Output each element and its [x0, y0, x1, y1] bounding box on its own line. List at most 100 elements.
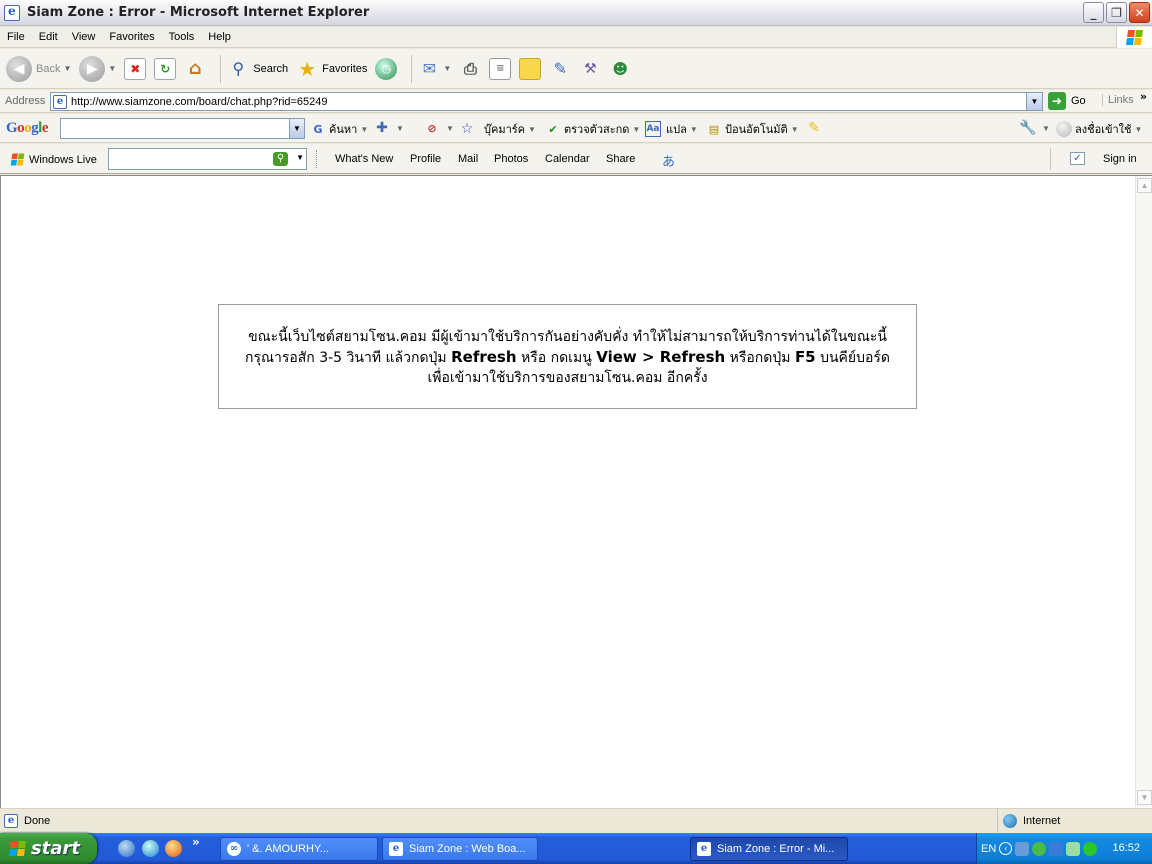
- taskbar-task[interactable]: ∞ ' &. AMOURHY...: [220, 837, 378, 861]
- search-button[interactable]: ⚲ Search: [227, 58, 288, 80]
- taskbar-task-active[interactable]: e Siam Zone : Error - Mi...: [690, 837, 848, 861]
- live-search-icon[interactable]: ⚲: [273, 152, 288, 166]
- translate-dropdown-icon[interactable]: ▼: [690, 125, 698, 134]
- vertical-scrollbar[interactable]: ▲ ▼: [1135, 176, 1152, 807]
- chevron-right-icon[interactable]: »: [1140, 90, 1147, 103]
- search-icon: ⚲: [232, 59, 245, 78]
- autofill-button[interactable]: ▤ ป้อนอัตโนมัติ ▼: [706, 120, 799, 138]
- menu-favorites[interactable]: Favorites: [102, 31, 161, 43]
- forward-dropdown-icon[interactable]: ▼: [108, 64, 116, 73]
- popup-dropdown-icon[interactable]: ▼: [446, 124, 454, 133]
- back-button[interactable]: ◀ Back ▼: [6, 55, 71, 82]
- checkbox-icon[interactable]: ✓: [1070, 152, 1085, 165]
- minimize-button[interactable]: _: [1083, 2, 1104, 23]
- forward-button[interactable]: ▶ ▼: [79, 55, 116, 82]
- google-dropdown-icon[interactable]: ▼: [289, 119, 304, 138]
- quicklaunch-chevron-icon[interactable]: »: [192, 835, 200, 849]
- quicklaunch-firefox-icon[interactable]: [165, 840, 182, 857]
- highlight-button[interactable]: ✎: [806, 120, 825, 136]
- network2-icon[interactable]: [1049, 841, 1064, 856]
- scroll-up-icon[interactable]: ▲: [1137, 178, 1152, 193]
- bookmarks-dropdown-icon[interactable]: ▼: [528, 125, 536, 134]
- live-search-input[interactable]: ⚲ ▼: [108, 148, 307, 170]
- scroll-down-icon[interactable]: ▼: [1137, 790, 1152, 805]
- windows-live-button[interactable]: Windows Live: [10, 152, 97, 167]
- edit-button[interactable]: ≡: [489, 57, 512, 80]
- autofill-dropdown-icon[interactable]: ▼: [791, 125, 799, 134]
- live-link-mail[interactable]: Mail: [458, 153, 478, 165]
- google-search-input[interactable]: ▼: [60, 118, 305, 139]
- stop-button[interactable]: ✖: [124, 57, 147, 80]
- menu-view[interactable]: View: [65, 31, 103, 43]
- window-title: Siam Zone : Error - Microsoft Internet E…: [27, 5, 370, 20]
- start-button[interactable]: start: [0, 833, 97, 864]
- autofill-icon: ▤: [708, 122, 720, 136]
- task-label: Siam Zone : Web Boa...: [409, 843, 526, 855]
- spellcheck-button[interactable]: ✔ ตรวจตัวสะกด ▼: [545, 120, 640, 138]
- google-search-dropdown-icon[interactable]: ▼: [360, 125, 368, 134]
- favorites-button[interactable]: ★ Favorites: [296, 57, 367, 81]
- note-icon: [519, 57, 542, 80]
- google-search-button[interactable]: G ค้นหา ▼: [310, 120, 368, 138]
- go-button[interactable]: ➜ Go: [1048, 92, 1086, 110]
- spellcheck-label: ตรวจตัวสะกด: [564, 124, 630, 136]
- popup-blocker-button[interactable]: ⊘ ▼: [424, 120, 454, 136]
- tool-tray-icon[interactable]: [1066, 841, 1081, 856]
- menu-help[interactable]: Help: [201, 31, 238, 43]
- network-icon[interactable]: [1015, 841, 1030, 856]
- back-dropdown-icon[interactable]: ▼: [63, 64, 71, 73]
- taskbar-task[interactable]: e Siam Zone : Web Boa...: [382, 837, 538, 861]
- settings-dropdown-icon[interactable]: ▼: [1042, 124, 1050, 133]
- status-bar: e Done Internet: [0, 808, 1152, 833]
- print-button[interactable]: ⎙: [459, 58, 481, 80]
- live-link-calendar[interactable]: Calendar: [545, 153, 590, 165]
- google-add-button[interactable]: ✚ ▼: [374, 120, 404, 136]
- status-tray-icon[interactable]: [1083, 841, 1098, 856]
- quicklaunch-ie-icon[interactable]: [118, 840, 135, 857]
- translate-button[interactable]: Aa แปล ▼: [645, 120, 698, 138]
- live-link-share[interactable]: Share: [606, 153, 635, 165]
- history-button[interactable]: ◷: [375, 57, 398, 80]
- live-link-whats-new[interactable]: What's New: [335, 153, 393, 165]
- live-signin-link[interactable]: Sign in: [1103, 153, 1137, 165]
- tray-expand-icon[interactable]: ‹: [999, 842, 1013, 855]
- live-link-profile[interactable]: Profile: [410, 153, 441, 165]
- live-link-photos[interactable]: Photos: [494, 153, 528, 165]
- messenger-tool-button[interactable]: ⚒: [579, 58, 601, 80]
- research-button[interactable]: ✎: [549, 58, 571, 80]
- google-g-icon: G: [313, 122, 323, 136]
- spellcheck-dropdown-icon[interactable]: ▼: [632, 125, 640, 134]
- translate-live-icon[interactable]: あ: [662, 151, 675, 170]
- menu-file[interactable]: File: [0, 31, 32, 43]
- messenger-button[interactable]: ☻: [609, 58, 631, 80]
- address-dropdown-icon[interactable]: ▼: [1026, 93, 1042, 110]
- signin-dropdown-icon[interactable]: ▼: [1134, 125, 1142, 134]
- messenger-tray-icon[interactable]: [1032, 841, 1047, 856]
- address-input[interactable]: e http://www.siamzone.com/board/chat.php…: [50, 92, 1043, 111]
- bookmarks-label: บุ๊คมาร์ค: [484, 124, 526, 136]
- live-search-dropdown-icon[interactable]: ▼: [296, 153, 304, 162]
- forward-arrow-icon: ▶: [79, 55, 106, 82]
- language-indicator[interactable]: EN: [981, 843, 996, 855]
- close-button[interactable]: ✕: [1129, 2, 1150, 23]
- menu-tools[interactable]: Tools: [162, 31, 202, 43]
- home-button[interactable]: ⌂: [184, 58, 206, 80]
- refresh-button[interactable]: ↻: [154, 57, 177, 80]
- links-button[interactable]: Links: [1102, 94, 1134, 106]
- system-tray: EN ‹ 16:52: [976, 833, 1152, 864]
- restore-button[interactable]: ❐: [1106, 2, 1127, 23]
- title-bar[interactable]: Siam Zone : Error - Microsoft Internet E…: [0, 0, 1152, 26]
- bookmarks-button[interactable]: ☆ บุ๊คมาร์ค ▼: [459, 120, 536, 138]
- windows-logo-icon: [1116, 27, 1152, 48]
- settings-button[interactable]: 🔧 ▼: [1019, 120, 1050, 136]
- address-bar: Address e http://www.siamzone.com/board/…: [0, 90, 1152, 113]
- mail-dropdown-icon[interactable]: ▼: [443, 64, 451, 73]
- google-signin-button[interactable]: ลงชื่อเข้าใช้ ▼: [1056, 120, 1142, 138]
- add-dropdown-icon[interactable]: ▼: [396, 124, 404, 133]
- menu-edit[interactable]: Edit: [32, 31, 65, 43]
- address-url[interactable]: http://www.siamzone.com/board/chat.php?r…: [71, 96, 328, 108]
- quicklaunch-browser-icon[interactable]: [142, 840, 159, 857]
- mail-button[interactable]: ✉ ▼: [418, 58, 452, 80]
- toolbar-grip: [316, 150, 317, 168]
- discuss-button[interactable]: [519, 57, 542, 80]
